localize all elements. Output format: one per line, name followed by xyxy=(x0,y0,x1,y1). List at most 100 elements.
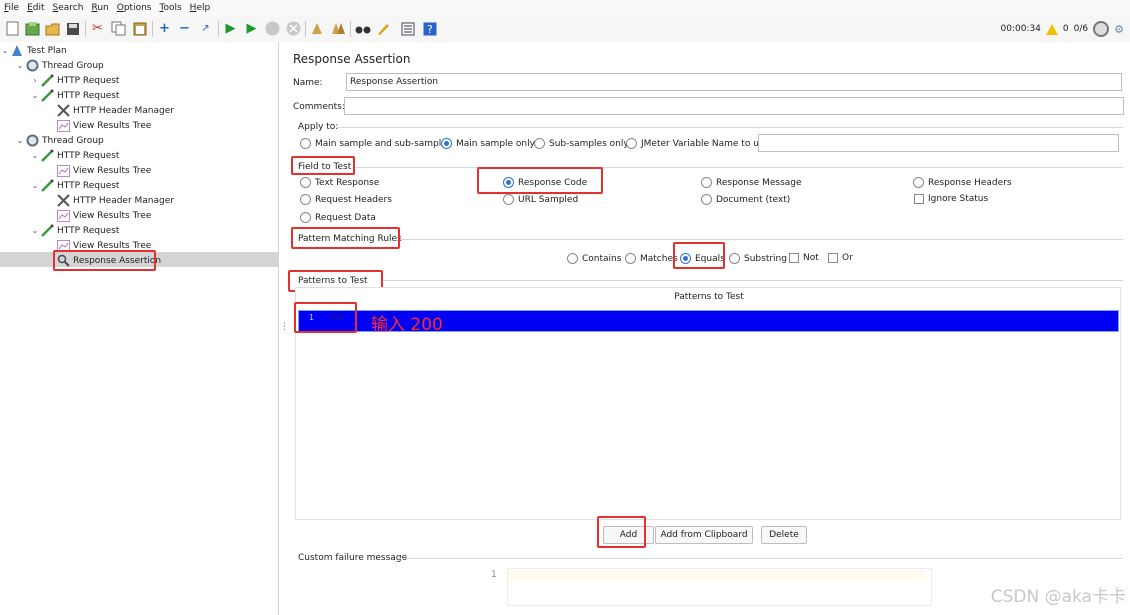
collapse-icon[interactable]: − xyxy=(176,20,193,37)
tree-node-header-manager[interactable]: HTTP Header Manager xyxy=(46,103,174,118)
tree-node-test-plan[interactable]: ⌄ Test Plan xyxy=(0,43,67,58)
stop-icon[interactable] xyxy=(264,20,281,37)
copy-icon[interactable] xyxy=(110,20,127,37)
tree-node-label: HTTP Request xyxy=(57,75,120,86)
help-icon[interactable]: ? xyxy=(421,20,438,37)
shutdown-icon[interactable] xyxy=(285,20,302,37)
radio-main-and-sub[interactable]: Main sample and sub-samples xyxy=(300,138,452,149)
toggle-icon[interactable]: ↗ xyxy=(197,20,214,37)
reset-search-icon[interactable] xyxy=(375,20,392,37)
tree-node-thread-group[interactable]: ⌄ Thread Group xyxy=(15,133,104,148)
radio-request-headers[interactable]: Request Headers xyxy=(300,194,392,205)
menu-file[interactable]: File xyxy=(0,0,23,16)
warning-count: 0 xyxy=(1062,24,1069,34)
menu-options[interactable]: Options xyxy=(113,0,156,16)
watermark: CSDN @aka卡卡 xyxy=(990,587,1126,607)
tools-icon xyxy=(56,104,70,118)
warning-icon[interactable] xyxy=(1045,23,1058,35)
tree-node-view-results-tree[interactable]: View Results Tree xyxy=(46,208,151,223)
failure-message-label: Custom failure message xyxy=(298,553,408,563)
chevron-down-icon[interactable]: ⌄ xyxy=(0,46,10,55)
chevron-down-icon[interactable]: ⌄ xyxy=(30,181,40,190)
chevron-down-icon[interactable]: ⌄ xyxy=(30,226,40,235)
jmeter-variable-field[interactable] xyxy=(758,134,1119,152)
annotation-text: 输入 200 xyxy=(371,315,443,335)
svg-text:?: ? xyxy=(427,23,433,36)
chevron-down-icon[interactable]: ⌄ xyxy=(30,91,40,100)
tree-node-view-results-tree[interactable]: View Results Tree xyxy=(46,163,151,178)
radio-document-text[interactable]: Document (text) xyxy=(701,194,790,205)
patterns-column-header[interactable]: Patterns to Test xyxy=(296,290,1122,304)
menu-run[interactable]: Run xyxy=(87,0,112,16)
status-area: 00:00:34 0 0/6 ⚙ xyxy=(1000,20,1124,38)
tree-node-http-request[interactable]: ⌄ HTTP Request xyxy=(30,178,119,193)
menu-help[interactable]: Help xyxy=(186,0,215,16)
tree-node-label: HTTP Request xyxy=(57,225,120,236)
tree-node-label: Thread Group xyxy=(42,135,104,146)
radio-icon xyxy=(300,212,311,223)
graph-icon xyxy=(56,119,70,133)
tree-node-http-request[interactable]: ⌄ HTTP Request xyxy=(30,223,119,238)
remote-icon[interactable] xyxy=(1093,21,1110,37)
radio-request-data[interactable]: Request Data xyxy=(300,212,376,223)
radio-main-only[interactable]: Main sample only xyxy=(441,138,535,149)
not-checkbox[interactable]: Not xyxy=(789,253,819,263)
tree-node-thread-group[interactable]: ⌄ Thread Group xyxy=(15,58,104,73)
chevron-right-icon[interactable]: › xyxy=(30,76,40,85)
tree-node-view-results-tree[interactable]: View Results Tree xyxy=(46,118,151,133)
expand-icon[interactable]: + xyxy=(156,20,173,37)
menu-edit[interactable]: Edit xyxy=(23,0,48,16)
split-pane-divider[interactable]: ⋮ xyxy=(279,42,289,615)
start-icon[interactable]: ▶ xyxy=(222,20,239,37)
gear-icon xyxy=(25,134,39,148)
chevron-down-icon[interactable]: ⌄ xyxy=(15,136,25,145)
radio-response-message[interactable]: Response Message xyxy=(701,177,802,188)
clear-icon[interactable] xyxy=(309,20,326,37)
templates-icon[interactable] xyxy=(24,20,41,37)
chevron-down-icon[interactable]: ⌄ xyxy=(30,151,40,160)
tree-node-http-request[interactable]: › HTTP Request xyxy=(30,73,119,88)
radio-contains[interactable]: Contains xyxy=(567,253,621,264)
radio-response-headers[interactable]: Response Headers xyxy=(913,177,1012,188)
log-icon[interactable]: ⚙ xyxy=(1114,23,1124,36)
pipette-icon xyxy=(40,89,54,103)
paste-icon[interactable] xyxy=(131,20,148,37)
clear-all-icon[interactable] xyxy=(330,20,347,37)
checkbox-icon xyxy=(828,253,838,263)
comments-field[interactable] xyxy=(344,97,1124,115)
gear-icon xyxy=(25,59,39,73)
failure-message-editor[interactable] xyxy=(507,568,932,606)
radio-substring[interactable]: Substring xyxy=(729,253,787,264)
menu-tools[interactable]: Tools xyxy=(155,0,185,16)
tree-node-http-request[interactable]: ⌄ HTTP Request xyxy=(30,88,119,103)
radio-url-sampled[interactable]: URL Sampled xyxy=(503,194,578,205)
open-icon[interactable] xyxy=(44,20,61,37)
delete-button[interactable]: Delete xyxy=(761,526,807,544)
start-no-pauses-icon[interactable]: ▶ xyxy=(243,20,260,37)
tree-node-label: HTTP Header Manager xyxy=(73,105,174,116)
radio-matches[interactable]: Matches xyxy=(625,253,678,264)
new-icon[interactable] xyxy=(4,20,21,37)
search-icon[interactable] xyxy=(354,20,371,37)
checkbox-icon xyxy=(914,194,924,204)
chevron-down-icon[interactable]: ⌄ xyxy=(15,61,25,70)
tree-node-label: HTTP Request xyxy=(57,150,120,161)
pipette-icon xyxy=(40,74,54,88)
tree-node-http-request[interactable]: ⌄ HTTP Request xyxy=(30,148,119,163)
save-icon[interactable] xyxy=(64,20,81,37)
or-checkbox[interactable]: Or xyxy=(828,253,853,263)
tree-node-header-manager[interactable]: HTTP Header Manager xyxy=(46,193,174,208)
checkbox-icon xyxy=(789,253,799,263)
menu-search[interactable]: Search xyxy=(49,0,88,16)
radio-sub-only[interactable]: Sub-samples only xyxy=(534,138,629,149)
radio-text-response[interactable]: Text Response xyxy=(300,177,379,188)
radio-jmeter-variable[interactable]: JMeter Variable Name to use xyxy=(626,138,769,149)
function-helper-icon[interactable] xyxy=(399,20,416,37)
jmeter-window: File Edit Search Run Options Tools Help … xyxy=(0,0,1130,615)
cut-icon[interactable]: ✂ xyxy=(89,20,106,37)
add-from-clipboard-button[interactable]: Add from Clipboard xyxy=(655,526,753,544)
ignore-status-checkbox[interactable]: Ignore Status xyxy=(914,194,988,204)
highlight-box xyxy=(53,250,156,271)
name-field[interactable]: Response Assertion xyxy=(346,73,1122,91)
radio-icon xyxy=(567,253,578,264)
